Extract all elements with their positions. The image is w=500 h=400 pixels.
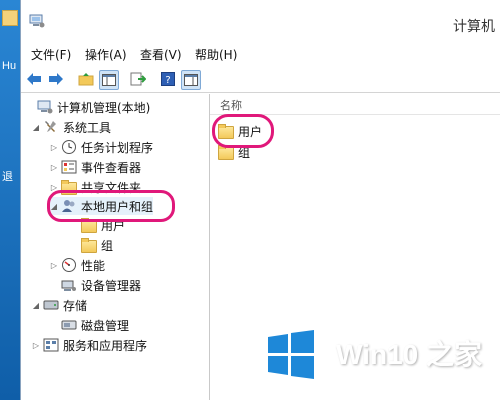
annotation-circle	[212, 114, 274, 148]
tree-item-label: 任务计划程序	[81, 140, 154, 155]
desktop-label[interactable]: Hu	[2, 60, 16, 72]
clock-icon	[62, 140, 76, 154]
column-name-label: 名称	[220, 99, 242, 112]
services-icon	[43, 338, 59, 352]
export-list-icon[interactable]	[129, 70, 147, 88]
svg-text:?: ?	[165, 75, 170, 86]
performance-icon	[62, 258, 76, 272]
windows-logo-icon	[268, 330, 314, 379]
show-action-pane-icon[interactable]	[181, 70, 201, 90]
tree-item-disk-management[interactable]: 磁盘管理	[61, 316, 129, 334]
forward-arrow-icon[interactable]	[47, 70, 65, 88]
desktop-file-icon[interactable]	[2, 10, 18, 26]
tree-item-groups[interactable]: 组	[81, 236, 113, 254]
column-header-name[interactable]: 名称	[210, 94, 500, 115]
toolbar: ?	[21, 66, 500, 93]
disk-management-icon	[61, 320, 77, 330]
folder-icon	[81, 237, 97, 253]
tree-item-services-apps[interactable]: ▷ 服务和应用程序	[31, 336, 147, 354]
expand-arrow-icon[interactable]: ▷	[49, 162, 59, 172]
menu-view[interactable]: 查看(V)	[140, 46, 182, 63]
help-icon[interactable]: ?	[159, 70, 177, 88]
watermark-url: www.win10xitong.com	[344, 371, 453, 383]
tree-item-label: 性能	[81, 258, 106, 273]
device-manager-icon	[61, 280, 76, 291]
menu-action[interactable]: 操作(A)	[85, 46, 127, 63]
collapse-arrow-icon[interactable]: ◢	[31, 300, 41, 310]
tree-item-system-tools[interactable]: ◢ 系统工具	[31, 118, 111, 136]
win10-watermark: Win10 之家 www.win10xitong.com	[266, 325, 500, 400]
tree-item-performance[interactable]: ▷ 性能	[49, 256, 105, 274]
tree-item-label: 组	[101, 238, 114, 253]
menu-file[interactable]: 文件(F)	[31, 46, 71, 63]
show-hide-tree-icon[interactable]	[99, 70, 119, 90]
tree-item-label: 磁盘管理	[81, 318, 130, 333]
tree-item-storage[interactable]: ◢ 存储	[31, 296, 87, 314]
watermark-title: Win10 之家	[336, 339, 482, 370]
title-bar[interactable]: 计算机	[21, 0, 500, 40]
system-tools-icon	[45, 121, 56, 132]
tree-item-label: 系统工具	[63, 120, 112, 135]
menu-bar: 文件(F) 操作(A) 查看(V) 帮助(H)	[21, 42, 500, 64]
up-folder-icon[interactable]	[77, 70, 95, 88]
tree-item-computer-management[interactable]: 计算机管理(本地)	[25, 98, 150, 116]
tree-item-task-scheduler[interactable]: ▷ 任务计划程序	[49, 138, 153, 156]
tree-item-event-viewer[interactable]: ▷ 事件查看器	[49, 158, 141, 176]
navigation-tree: 计算机管理(本地) ◢ 系统工具 ▷ 任务计划程序 ▷ 事件查看器 ▷ 共享文件…	[21, 94, 210, 400]
computer-management-icon	[29, 14, 45, 28]
desktop-label-2[interactable]: 退	[2, 168, 13, 184]
tree-item-label: 计算机管理(本地)	[57, 100, 151, 115]
expand-arrow-icon[interactable]: ▷	[31, 340, 41, 350]
collapse-arrow-icon[interactable]: ◢	[31, 122, 41, 132]
desktop-strip: Hu 退	[0, 0, 20, 400]
tree-item-label: 设备管理器	[81, 278, 142, 293]
tree-item-label: 存储	[63, 298, 88, 313]
window-title: 计算机	[453, 19, 495, 35]
tree-item-device-manager[interactable]: 设备管理器	[61, 276, 141, 294]
annotation-circle	[47, 190, 175, 222]
computer-management-icon	[37, 100, 53, 114]
expand-arrow-icon[interactable]: ▷	[49, 142, 59, 152]
tree-item-label: 服务和应用程序	[63, 338, 148, 353]
back-arrow-icon[interactable]	[25, 70, 43, 88]
menu-help[interactable]: 帮助(H)	[195, 46, 237, 63]
expand-arrow-icon[interactable]: ▷	[49, 260, 59, 270]
storage-icon	[43, 300, 59, 310]
tree-item-label: 事件查看器	[81, 160, 142, 175]
event-viewer-icon	[61, 160, 77, 174]
